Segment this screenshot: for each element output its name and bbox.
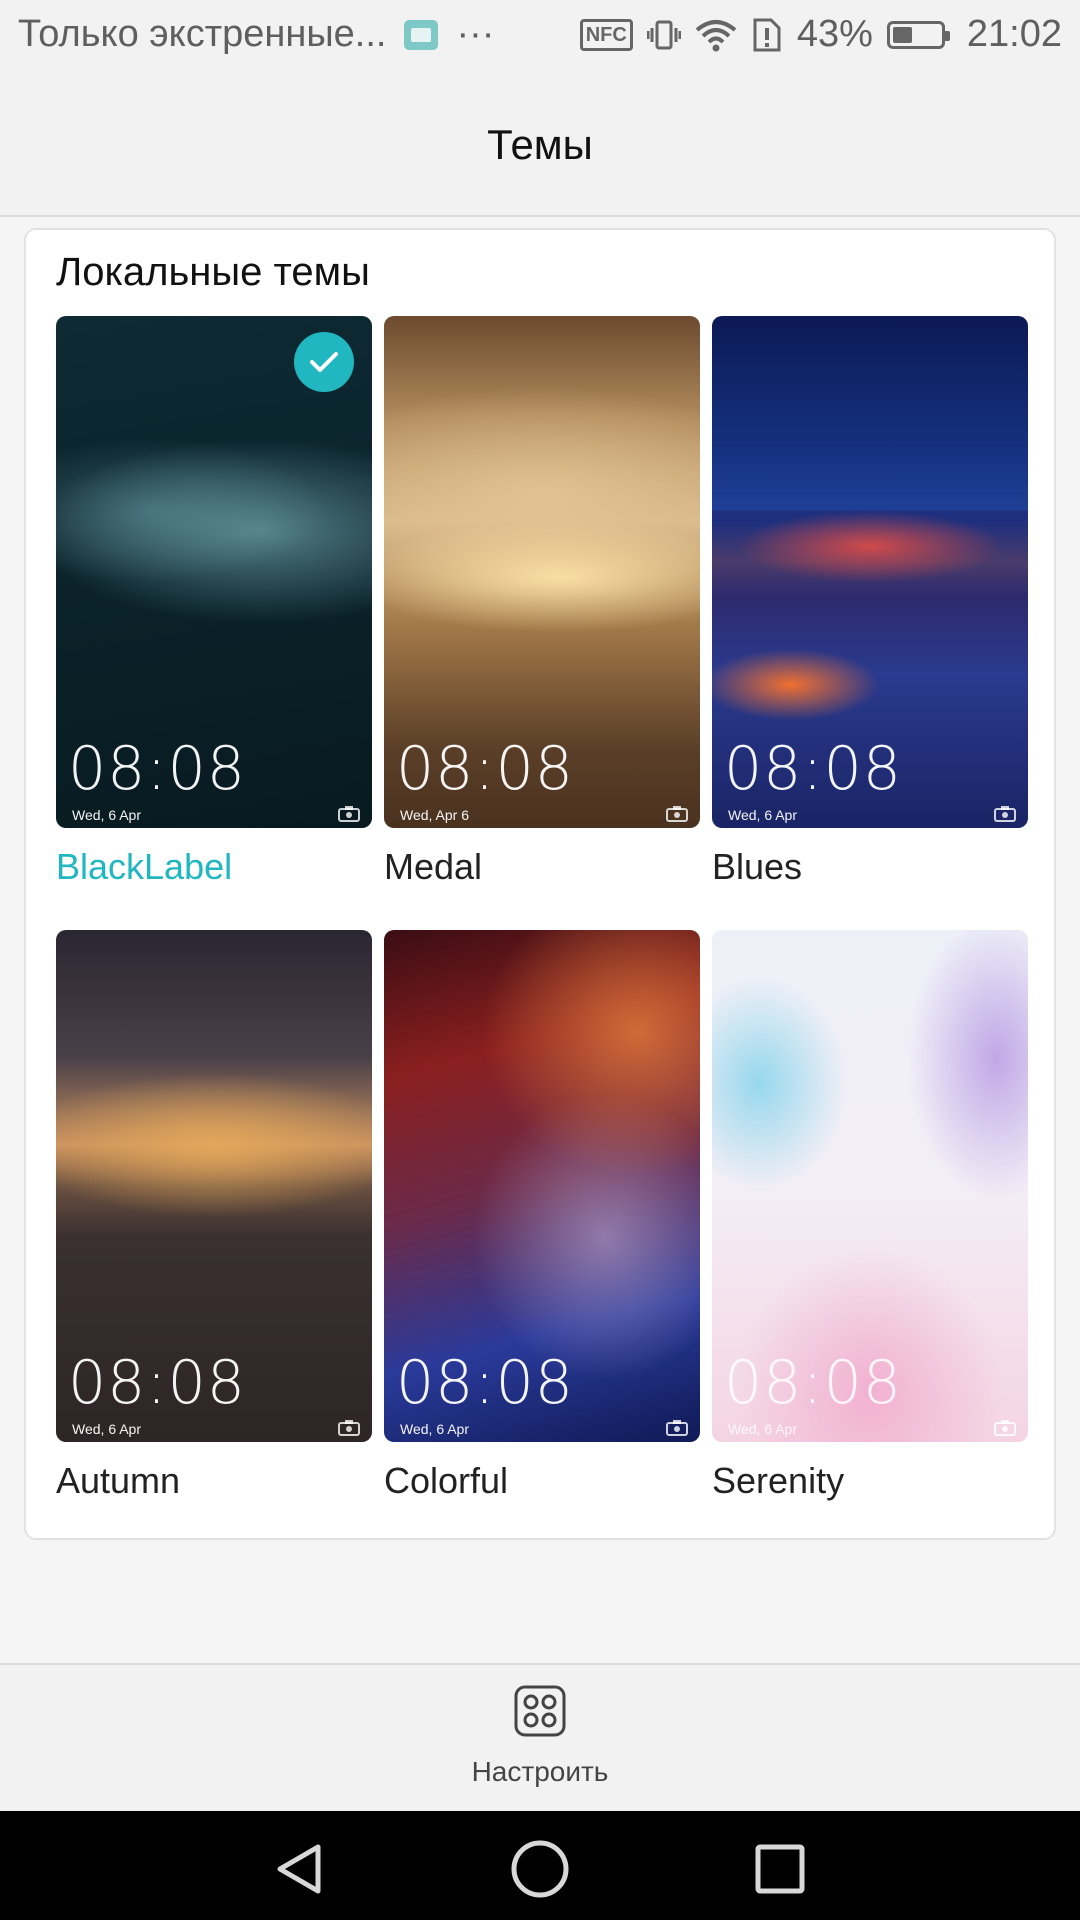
home-button[interactable]	[510, 1839, 570, 1899]
theme-tile-serenity[interactable]: 08:08 Wed, 6 Apr Serenity	[712, 930, 1028, 1502]
notification-text: Только экстренные...	[18, 13, 387, 55]
preview-clock: 08:08	[724, 1348, 902, 1418]
section-title: Локальные темы	[56, 250, 370, 294]
gallery-notification-icon	[404, 19, 439, 50]
theme-tile-autumn[interactable]: 08:08 Wed, 6 Apr Autumn	[56, 930, 372, 1502]
theme-name: Autumn	[56, 1460, 181, 1501]
page-title: Темы	[487, 121, 593, 168]
app-header: Темы	[0, 75, 1080, 217]
customize-button[interactable]: Настроить	[440, 1685, 640, 1788]
theme-preview[interactable]: 08:08 Wed, 6 Apr	[712, 930, 1028, 1442]
theme-name: Blues	[712, 846, 803, 887]
wifi-icon	[695, 18, 737, 52]
theme-tile-medal[interactable]: 08:08 Wed, Apr 6 Medal	[384, 316, 700, 888]
theme-preview[interactable]: 08:08 Wed, 6 Apr	[384, 930, 700, 1442]
preview-date: Wed, 6 Apr	[728, 1421, 798, 1437]
battery-icon	[886, 20, 950, 49]
theme-name: Medal	[384, 846, 483, 887]
theme-tile-colorful[interactable]: 08:08 Wed, 6 Apr Colorful	[384, 930, 700, 1502]
preview-date: Wed, 6 Apr	[72, 1421, 142, 1437]
battery-percent: 43%	[796, 13, 873, 55]
preview-date: Wed, Apr 6	[400, 807, 470, 823]
back-triangle-icon	[277, 1844, 321, 1894]
customize-grid-icon	[514, 1685, 566, 1737]
theme-name: BlackLabel	[56, 846, 233, 887]
camera-icon	[666, 1420, 688, 1436]
preview-clock: 08:08	[68, 734, 246, 804]
camera-icon	[994, 806, 1016, 822]
preview-clock: 08:08	[68, 1348, 246, 1418]
preview-date: Wed, 6 Apr	[72, 807, 142, 823]
more-notifications-icon: ···	[456, 13, 495, 55]
theme-name: Colorful	[384, 1460, 509, 1501]
status-bar: Только экстренные... ··· NFC 43% 21:02	[0, 0, 1080, 75]
camera-icon	[666, 806, 688, 822]
theme-preview[interactable]: 08:08 Wed, Apr 6	[384, 316, 700, 828]
camera-icon	[338, 806, 360, 822]
navigation-bar	[0, 1811, 1080, 1920]
theme-preview[interactable]: 08:08 Wed, 6 Apr	[56, 930, 372, 1442]
sim-alert-icon	[751, 18, 783, 52]
theme-tile-blues[interactable]: 08:08 Wed, 6 Apr Blues	[712, 316, 1028, 888]
bottom-toolbar: Настроить	[0, 1663, 1080, 1813]
customize-label: Настроить	[471, 1756, 609, 1787]
theme-name: Serenity	[712, 1460, 845, 1501]
vibrate-icon	[646, 18, 681, 52]
camera-icon	[338, 1420, 360, 1436]
home-circle-icon	[511, 1840, 569, 1898]
selected-check-icon	[294, 332, 354, 392]
preview-date: Wed, 6 Apr	[728, 807, 798, 823]
clock: 21:02	[966, 13, 1062, 55]
preview-clock: 08:08	[396, 734, 574, 804]
local-themes-card: Локальные темы 08:08 Wed, 6 Apr BlackLab…	[24, 228, 1056, 1540]
camera-icon	[994, 1420, 1016, 1436]
recents-square-icon	[755, 1844, 805, 1894]
theme-tile-blacklabel[interactable]: 08:08 Wed, 6 Apr BlackLabel	[56, 316, 372, 888]
preview-clock: 08:08	[396, 1348, 574, 1418]
back-button[interactable]	[270, 1839, 330, 1899]
theme-preview[interactable]: 08:08 Wed, 6 Apr	[56, 316, 372, 828]
recents-button[interactable]	[750, 1839, 810, 1899]
theme-preview[interactable]: 08:08 Wed, 6 Apr	[712, 316, 1028, 828]
preview-date: Wed, 6 Apr	[400, 1421, 470, 1437]
preview-clock: 08:08	[724, 734, 902, 804]
nfc-icon: NFC	[579, 18, 633, 51]
